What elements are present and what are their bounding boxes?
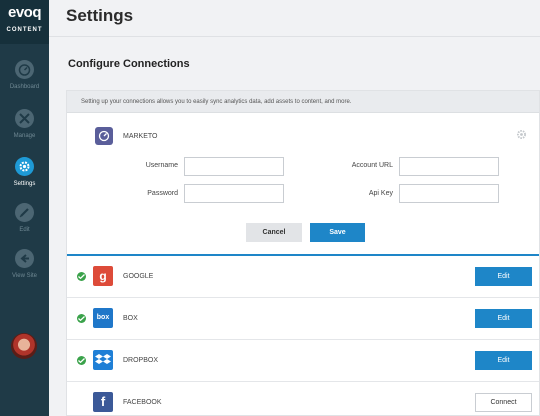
sidebar: evoq CONTENT Dashboard Manage Settings E…: [0, 0, 49, 416]
pencil-icon: [15, 203, 34, 222]
nav-label: Dashboard: [9, 84, 40, 90]
exit-icon: [15, 249, 34, 268]
password-label: Password: [147, 190, 178, 197]
service-name: FACEBOOK: [123, 399, 162, 406]
connect-button[interactable]: Connect: [475, 393, 532, 412]
cancel-button[interactable]: Cancel: [246, 223, 302, 242]
username-label: Username: [145, 162, 178, 169]
connection-row-google: g GOOGLE Edit: [67, 256, 539, 298]
service-name: DROPBOX: [123, 357, 159, 364]
google-icon: g: [93, 266, 113, 286]
connected-check-icon: [77, 314, 86, 323]
service-name: GOOGLE: [123, 273, 154, 280]
manage-icon: [15, 109, 34, 128]
nav-label: Edit: [19, 227, 30, 233]
account-url-field[interactable]: [399, 157, 499, 176]
logo-text: evoq: [7, 4, 42, 21]
dashboard-icon: [15, 60, 34, 79]
account-url-label: Account URL: [351, 162, 393, 169]
connection-row-facebook: f FACEBOOK Connect: [67, 382, 539, 416]
username-field[interactable]: [184, 157, 284, 176]
edit-button[interactable]: Edit: [475, 309, 532, 328]
edit-button[interactable]: Edit: [475, 351, 532, 370]
service-name: BOX: [123, 315, 138, 322]
connection-row-dropbox: DROPBOX Edit: [67, 340, 539, 382]
box-icon: box: [93, 308, 113, 328]
nav-item-dashboard[interactable]: Dashboard: [0, 56, 49, 100]
connected-check-icon: [77, 272, 86, 281]
password-field[interactable]: [184, 184, 284, 203]
nav-label: Manage: [13, 133, 36, 139]
connection-row-box: box BOX Edit: [67, 298, 539, 340]
user-avatar[interactable]: [11, 333, 37, 359]
settings-gear-icon[interactable]: [516, 129, 527, 140]
nav-item-edit[interactable]: Edit: [0, 199, 49, 243]
facebook-icon: f: [93, 392, 113, 412]
divider: [49, 36, 540, 37]
connected-check-icon: [77, 356, 86, 365]
marketo-name: MARKETO: [123, 133, 158, 140]
logo-subtitle: CONTENT: [6, 27, 43, 33]
api-key-field[interactable]: [399, 184, 499, 203]
nav-item-settings[interactable]: Settings: [0, 153, 49, 197]
gear-icon: [15, 157, 34, 176]
connections-panel: Setting up your connections allows you t…: [66, 90, 540, 416]
nav-item-manage[interactable]: Manage: [0, 105, 49, 149]
evoq-logo[interactable]: evoq CONTENT: [0, 0, 49, 44]
nav-item-view-site[interactable]: View Site: [0, 245, 49, 289]
edit-button[interactable]: Edit: [475, 267, 532, 286]
dropbox-icon: [93, 350, 113, 370]
marketo-icon: [95, 127, 113, 145]
nav-label: View Site: [12, 273, 37, 279]
save-button[interactable]: Save: [310, 223, 365, 242]
info-bar: Setting up your connections allows you t…: [67, 91, 539, 113]
api-key-label: Api Key: [368, 190, 393, 197]
section-title: Configure Connections: [68, 58, 190, 70]
page-title: Settings: [66, 6, 134, 25]
nav-label: Settings: [13, 181, 36, 187]
